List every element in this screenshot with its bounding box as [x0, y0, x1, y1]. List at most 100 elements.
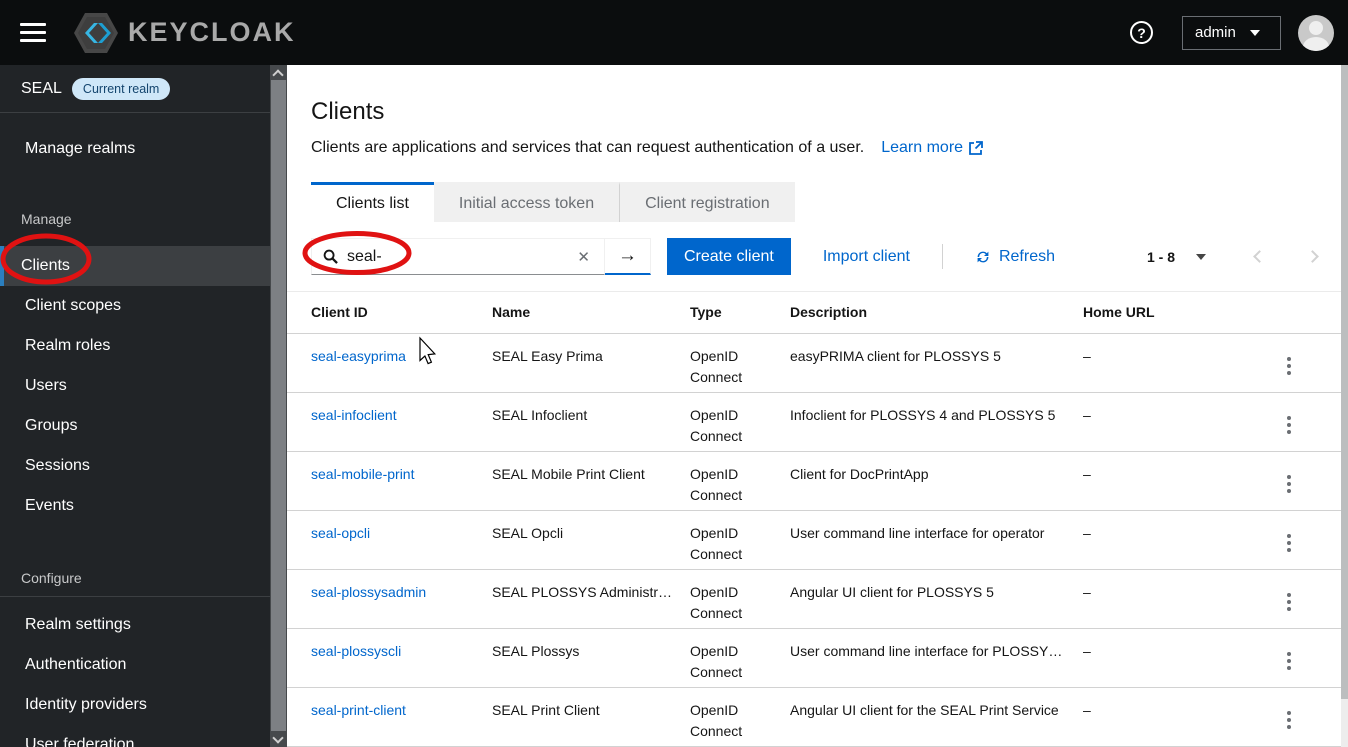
- window-scrollbar[interactable]: [1341, 65, 1348, 747]
- client-name: SEAL Mobile Print Client: [492, 451, 690, 511]
- column-header-type: Type: [690, 292, 790, 334]
- nav-divider: [0, 596, 287, 597]
- sidebar-scrollbar-thumb[interactable]: [271, 80, 286, 731]
- client-home-url: –: [1083, 628, 1233, 688]
- kebab-menu-icon[interactable]: [1283, 647, 1295, 675]
- sidebar-item-events[interactable]: Events: [0, 486, 287, 526]
- client-description: Infoclient for PLOSSYS 4 and PLOSSYS 5: [790, 392, 1083, 452]
- table-header-row: Client ID Name Type Description Home URL: [287, 292, 1341, 334]
- client-name: SEAL Opcli: [492, 510, 690, 570]
- client-home-url: –: [1083, 569, 1233, 629]
- sidebar-item-user-federation[interactable]: User federation: [0, 725, 287, 747]
- clients-table: Client ID Name Type Description Home URL sea…: [287, 292, 1341, 747]
- kebab-menu-icon[interactable]: [1283, 470, 1295, 498]
- main-content: Clients Clients are applications and ser…: [287, 65, 1341, 747]
- client-name: SEAL Infoclient: [492, 392, 690, 452]
- client-description: User command line interface for operator: [790, 510, 1083, 570]
- realm-header[interactable]: SEAL Current realm: [0, 65, 287, 113]
- client-id-link[interactable]: seal-mobile-print: [311, 466, 414, 482]
- help-icon[interactable]: ?: [1130, 21, 1153, 44]
- scroll-down-icon[interactable]: [272, 732, 284, 744]
- hamburger-menu-icon[interactable]: [20, 23, 46, 42]
- tab-initial-access-token[interactable]: Initial access token: [433, 182, 620, 222]
- brand-text: KEYCLOAK: [128, 17, 296, 47]
- search-submit-button[interactable]: →: [605, 238, 651, 275]
- pagination: 1 - 8: [1146, 248, 1319, 265]
- column-header-home-url: Home URL: [1083, 292, 1233, 334]
- client-id-link[interactable]: seal-infoclient: [311, 407, 397, 423]
- kebab-menu-icon[interactable]: [1283, 706, 1295, 734]
- table-row: seal-plossysadmin SEAL PLOSSYS Administr……: [287, 569, 1341, 629]
- nav-group-title-manage: Manage: [21, 211, 72, 227]
- learn-more-link[interactable]: Learn more: [881, 139, 983, 157]
- page-description: Clients are applications and services th…: [311, 139, 865, 156]
- client-description: easyPRIMA client for PLOSSYS 5: [790, 333, 1083, 393]
- sidebar-item-clients[interactable]: Clients: [0, 246, 287, 286]
- kebab-menu-icon[interactable]: [1283, 588, 1295, 616]
- sidebar-item-sessions[interactable]: Sessions: [0, 446, 287, 486]
- kebab-menu-icon[interactable]: [1283, 411, 1295, 439]
- keycloak-logo: KEYCLOAK: [73, 11, 296, 55]
- refresh-label: Refresh: [998, 247, 1055, 265]
- client-type: OpenID Connect: [690, 510, 790, 570]
- user-dropdown-value: admin: [1195, 24, 1236, 41]
- client-home-url: –: [1083, 451, 1233, 511]
- kebab-menu-icon[interactable]: [1283, 529, 1295, 557]
- tabs: Clients list Initial access token Client r…: [287, 182, 1341, 222]
- sidebar-nav: Manage realms Manage Clients Client scopes R…: [0, 113, 287, 747]
- client-id-link[interactable]: seal-plossysadmin: [311, 584, 426, 600]
- sidebar-item-identity-providers[interactable]: Identity providers: [0, 685, 287, 725]
- sidebar-item-realm-settings[interactable]: Realm settings: [0, 605, 287, 645]
- refresh-button[interactable]: Refresh: [975, 248, 1055, 266]
- pagination-next-icon[interactable]: [1306, 250, 1319, 263]
- sidebar-item-users[interactable]: Users: [0, 366, 287, 406]
- sidebar-item-authentication[interactable]: Authentication: [0, 645, 287, 685]
- client-home-url: –: [1083, 687, 1233, 747]
- client-type: OpenID Connect: [690, 333, 790, 393]
- tab-client-registration[interactable]: Client registration: [619, 182, 795, 222]
- client-name: SEAL PLOSSYS Administr…: [492, 569, 690, 629]
- client-type: OpenID Connect: [690, 392, 790, 452]
- sidebar-item-manage-realms[interactable]: Manage realms: [0, 129, 287, 169]
- import-client-button[interactable]: Import client: [823, 248, 910, 266]
- sidebar-item-groups[interactable]: Groups: [0, 406, 287, 446]
- table-row: seal-plossyscli SEAL Plossys OpenID Connec…: [287, 628, 1341, 688]
- window-scrollbar-thumb[interactable]: [1341, 65, 1348, 700]
- client-description: Client for DocPrintApp: [790, 451, 1083, 511]
- table-row: seal-opcli SEAL Opcli OpenID Connect User c…: [287, 510, 1341, 570]
- pagination-dropdown-icon[interactable]: [1196, 253, 1206, 260]
- tab-clients-list[interactable]: Clients list: [311, 182, 434, 222]
- client-description: Angular UI client for the SEAL Print Ser…: [790, 687, 1083, 747]
- client-home-url: –: [1083, 333, 1233, 393]
- pagination-range: 1 - 8: [1146, 248, 1175, 265]
- clear-search-icon[interactable]: ✕: [573, 246, 594, 268]
- client-type: OpenID Connect: [690, 451, 790, 511]
- client-home-url: –: [1083, 392, 1233, 452]
- client-id-link[interactable]: seal-plossyscli: [311, 643, 401, 659]
- client-id-link[interactable]: seal-opcli: [311, 525, 370, 541]
- kebab-menu-icon[interactable]: [1283, 352, 1295, 380]
- client-id-link[interactable]: seal-print-client: [311, 702, 406, 718]
- realm-name: SEAL: [21, 79, 62, 97]
- client-name: SEAL Easy Prima: [492, 333, 690, 393]
- scroll-up-icon[interactable]: [272, 69, 284, 81]
- sidebar-scrollbar[interactable]: [270, 65, 287, 747]
- current-realm-badge: Current realm: [71, 77, 171, 100]
- sidebar-item-realm-roles[interactable]: Realm roles: [0, 326, 287, 366]
- table-row: seal-print-client SEAL Print Client OpenID…: [287, 687, 1341, 747]
- search-input[interactable]: [347, 247, 565, 266]
- nav-group-title-configure: Configure: [21, 570, 82, 586]
- external-link-icon: [969, 141, 983, 155]
- refresh-icon: [977, 251, 989, 262]
- column-header-name: Name: [492, 292, 690, 334]
- pagination-prev-icon[interactable]: [1253, 250, 1266, 263]
- avatar[interactable]: [1298, 14, 1334, 51]
- column-header-actions: [1233, 292, 1341, 334]
- client-id-link[interactable]: seal-easyprima: [311, 348, 406, 364]
- create-client-button[interactable]: Create client: [667, 238, 791, 275]
- column-header-client-id: Client ID: [287, 292, 492, 334]
- user-dropdown[interactable]: admin: [1182, 15, 1281, 50]
- keycloak-logo-icon: [74, 12, 118, 53]
- sidebar-item-client-scopes[interactable]: Client scopes: [0, 286, 287, 326]
- client-description: Angular UI client for PLOSSYS 5: [790, 569, 1083, 629]
